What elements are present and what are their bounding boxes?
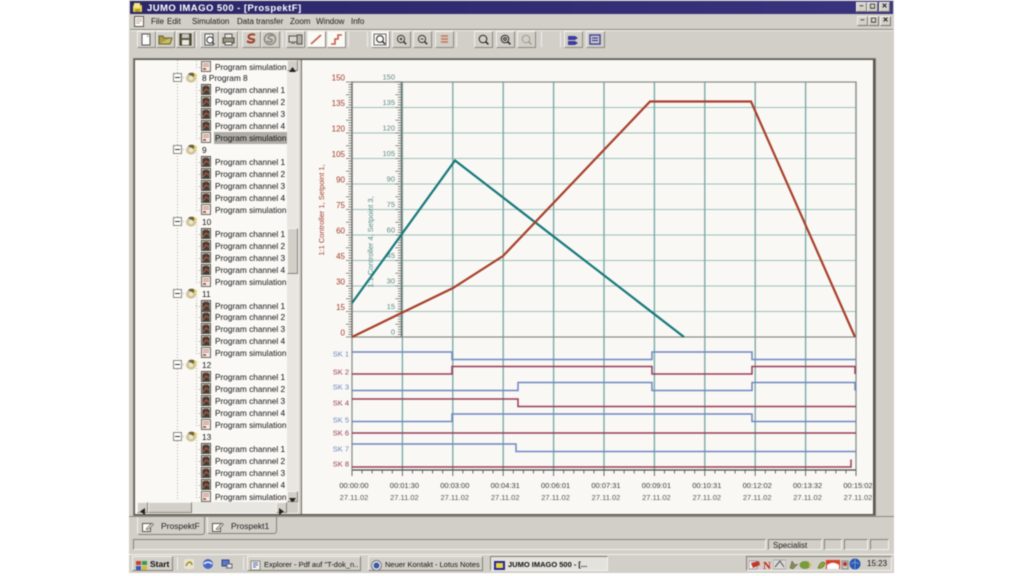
svg-text:75: 75 xyxy=(336,201,345,210)
svg-text:150: 150 xyxy=(332,74,346,83)
svg-text:45: 45 xyxy=(336,252,345,261)
svg-text:60: 60 xyxy=(387,226,395,235)
svg-text:27.11.02: 27.11.02 xyxy=(541,493,570,502)
svg-text:SK 8: SK 8 xyxy=(333,460,349,469)
svg-text:90: 90 xyxy=(336,176,345,185)
svg-text:00:09:01: 00:09:01 xyxy=(642,481,671,490)
svg-text:N: N xyxy=(763,560,771,570)
svg-text:00:04:31: 00:04:31 xyxy=(491,481,520,490)
svg-text:SK 4: SK 4 xyxy=(333,399,349,408)
svg-text:00:13:32: 00:13:32 xyxy=(793,481,822,490)
svg-text:135: 135 xyxy=(382,98,395,107)
svg-text:105: 105 xyxy=(332,150,346,159)
svg-text:SK 5: SK 5 xyxy=(333,416,349,425)
svg-text:27.11.02: 27.11.02 xyxy=(692,493,721,502)
svg-text:30: 30 xyxy=(387,277,395,286)
svg-text:90: 90 xyxy=(387,175,395,184)
svg-text:SK 3: SK 3 xyxy=(333,383,349,392)
svg-text:120: 120 xyxy=(332,125,346,134)
svg-text:27.11.02: 27.11.02 xyxy=(592,493,621,502)
svg-text:105: 105 xyxy=(382,149,395,158)
svg-text:60: 60 xyxy=(336,227,345,236)
svg-text:15: 15 xyxy=(336,303,345,312)
svg-text:SK 6: SK 6 xyxy=(333,429,349,438)
svg-text:00:07:31: 00:07:31 xyxy=(591,481,620,490)
svg-text:0: 0 xyxy=(391,328,395,337)
svg-text:SK 2: SK 2 xyxy=(333,368,349,377)
svg-text:27.11.02: 27.11.02 xyxy=(440,493,469,502)
svg-text:27.11.02: 27.11.02 xyxy=(844,493,873,502)
svg-text:30: 30 xyxy=(336,278,345,287)
svg-text:15: 15 xyxy=(387,302,395,311)
svg-text:SK 7: SK 7 xyxy=(333,445,349,454)
svg-text:27.11.02: 27.11.02 xyxy=(390,493,419,502)
svg-text:00:15:02: 00:15:02 xyxy=(843,481,872,490)
svg-text:75: 75 xyxy=(387,200,395,209)
svg-text:00:10:31: 00:10:31 xyxy=(692,481,721,490)
svg-text:27.11.02: 27.11.02 xyxy=(340,493,369,502)
svg-text:SK 1: SK 1 xyxy=(333,350,349,359)
svg-text:0: 0 xyxy=(341,329,346,338)
svg-text:00:01:30: 00:01:30 xyxy=(390,481,419,490)
svg-text:00:00:00: 00:00:00 xyxy=(339,481,368,490)
svg-text:120: 120 xyxy=(382,124,395,133)
svg-text:00:03:00: 00:03:00 xyxy=(440,481,469,490)
svg-text:27.11.02: 27.11.02 xyxy=(743,493,772,502)
svg-text:135: 135 xyxy=(332,99,346,108)
svg-text:00:06:01: 00:06:01 xyxy=(541,481,570,490)
svg-text:00:12:02: 00:12:02 xyxy=(743,481,772,490)
svg-text:150: 150 xyxy=(382,73,395,82)
svg-text:27.11.02: 27.11.02 xyxy=(491,493,520,502)
svg-text:27.11.02: 27.11.02 xyxy=(642,493,671,502)
svg-text:1:1 Controller 1, Setpoint 1,: 1:1 Controller 1, Setpoint 1, xyxy=(317,164,326,255)
svg-text:27.11.02: 27.11.02 xyxy=(793,493,822,502)
